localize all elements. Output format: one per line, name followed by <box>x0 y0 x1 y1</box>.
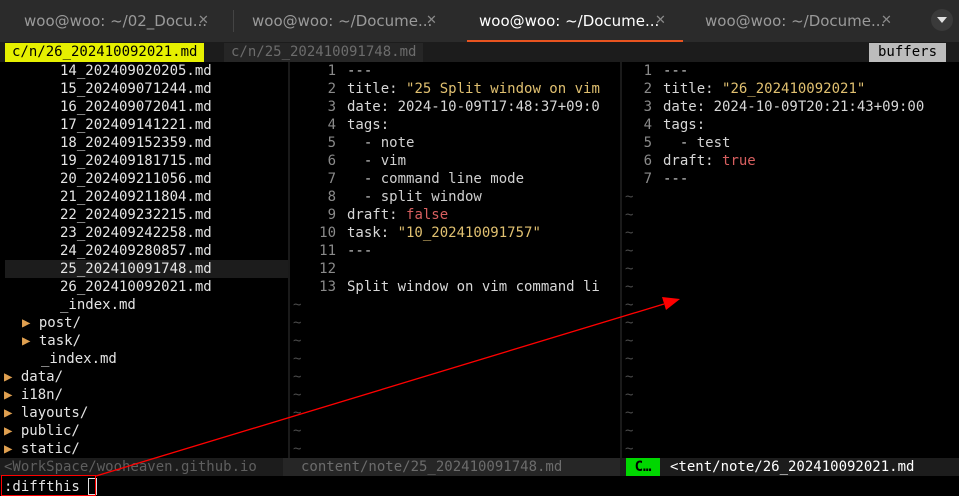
annotation-arrow <box>95 297 680 477</box>
